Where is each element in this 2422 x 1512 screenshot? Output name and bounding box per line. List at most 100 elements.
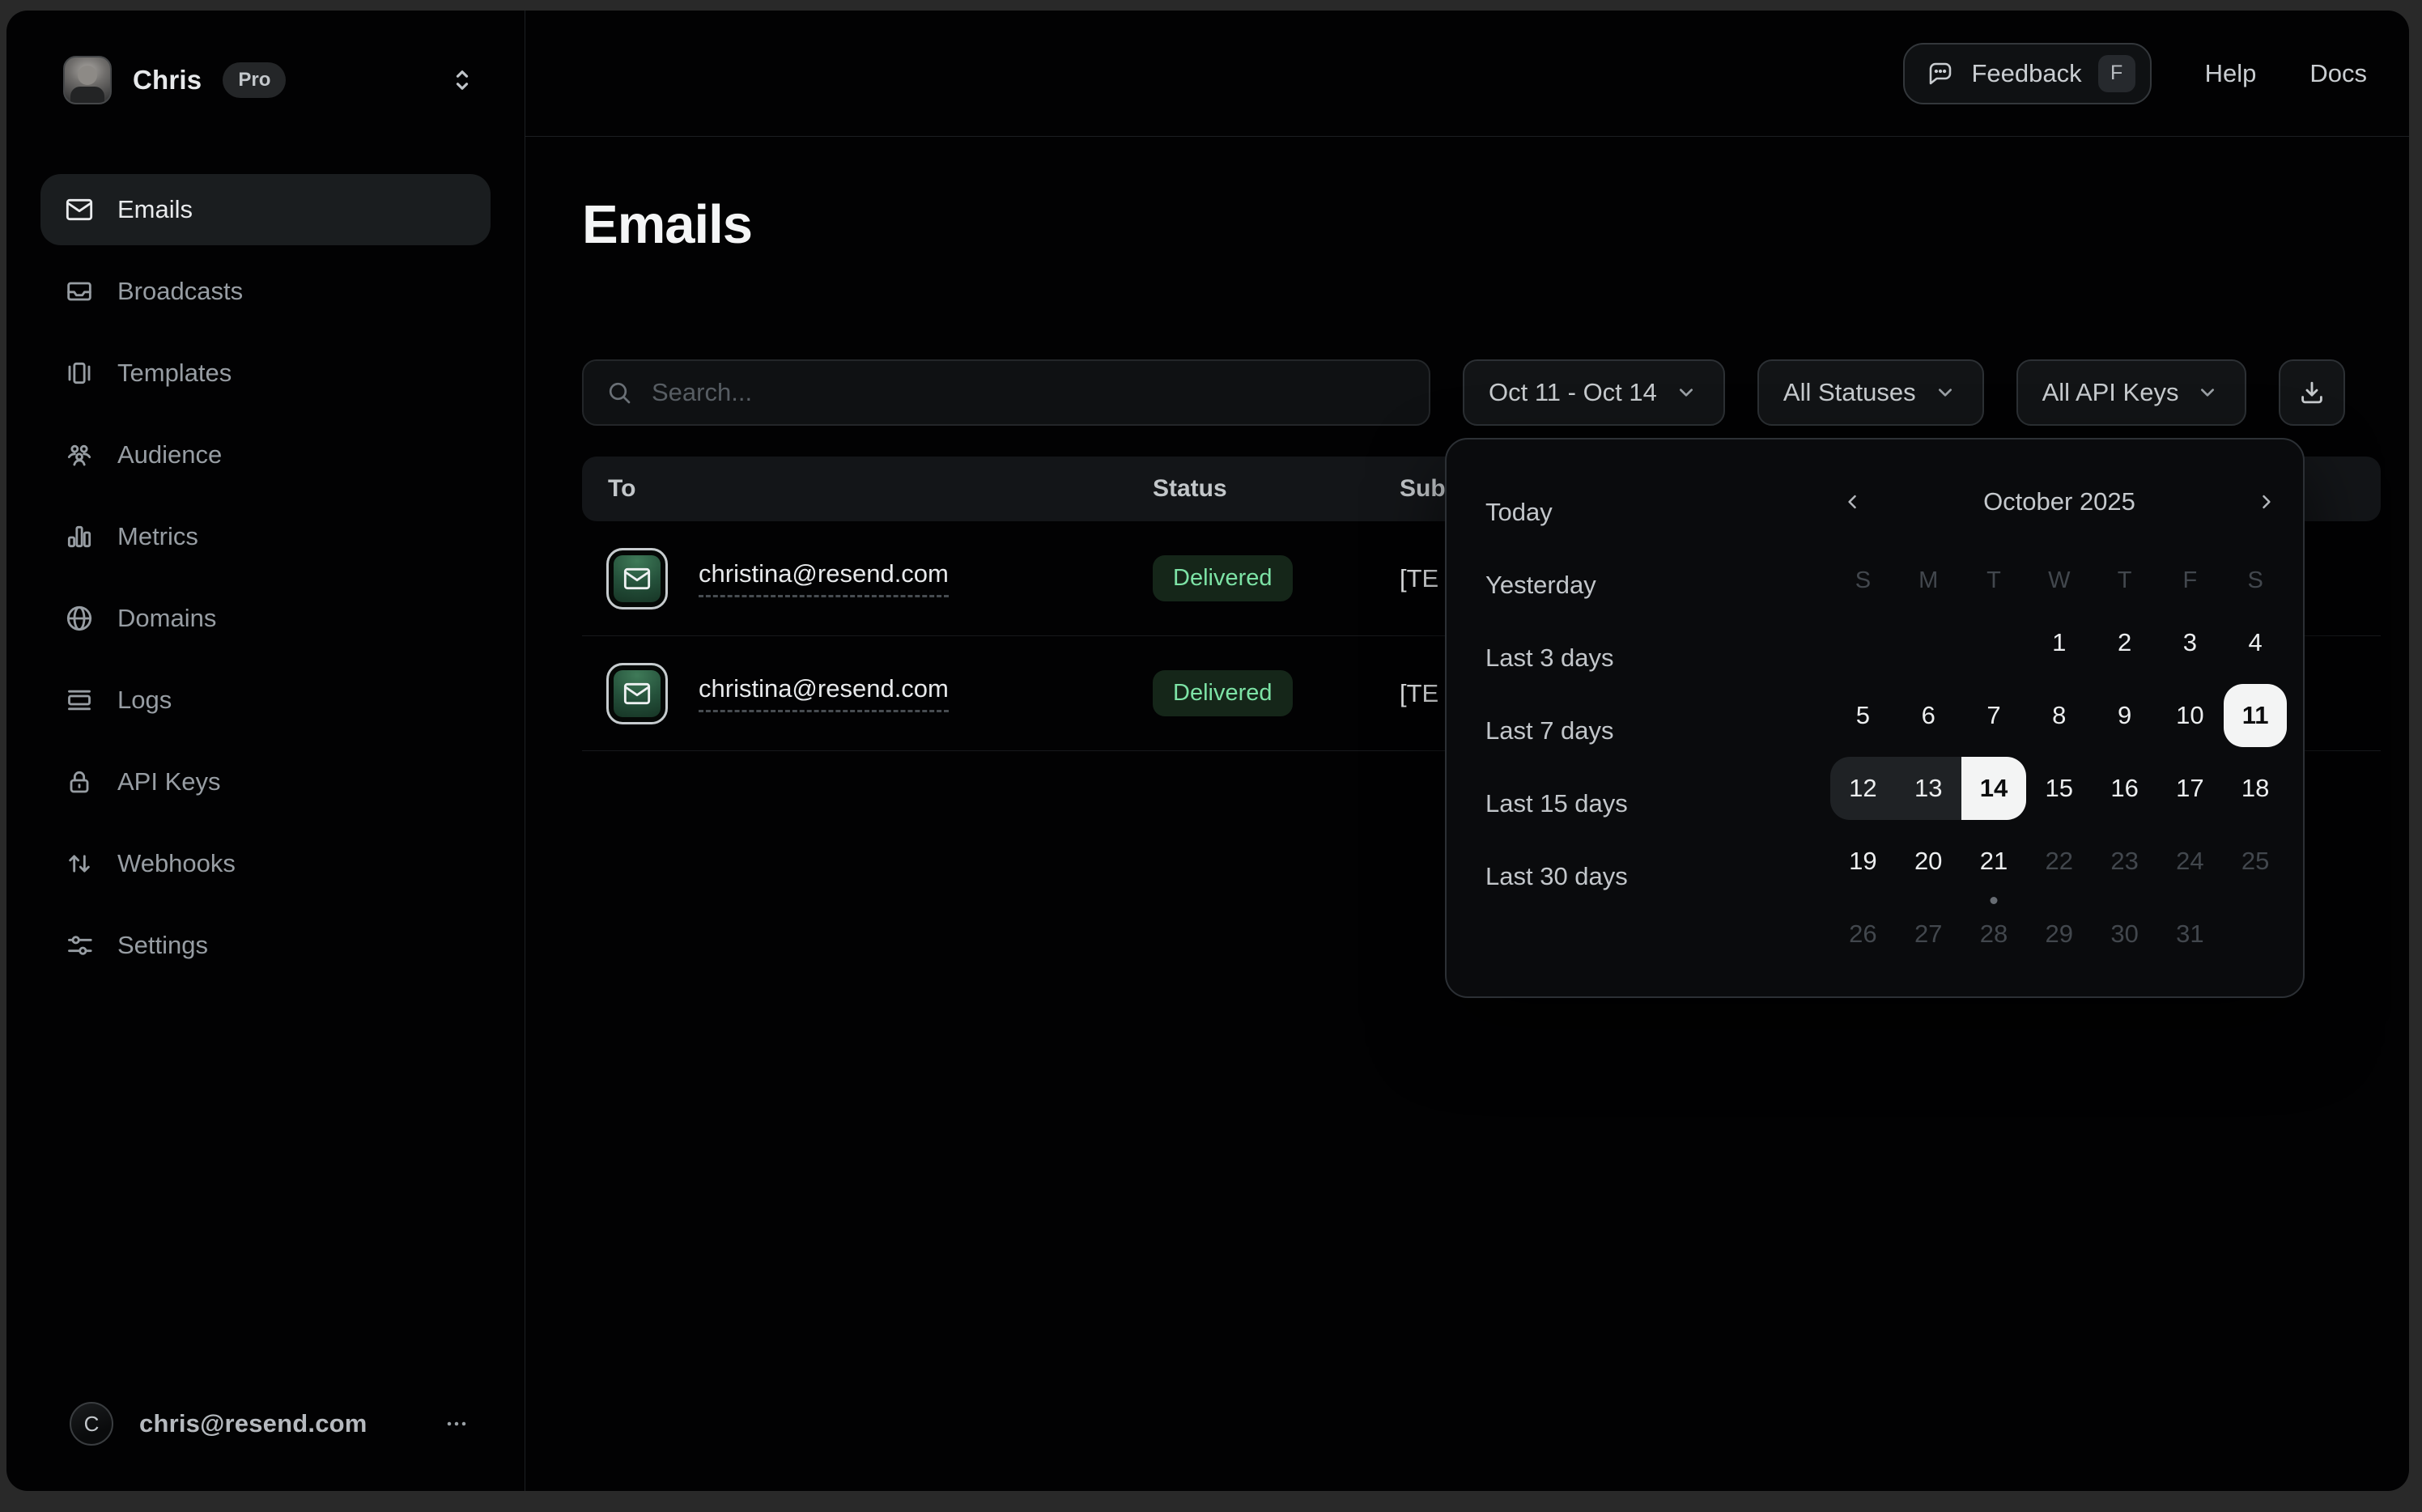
sidebar-item-templates[interactable]: Templates [40,338,491,409]
weekday-label: T [2118,567,2132,594]
calendar-day-12[interactable]: 12 [1830,757,1896,820]
calendar-day-5[interactable]: 5 [1831,684,1894,747]
account-row: C chris@resend.com [6,1402,525,1491]
calendar-day-25: 25 [2224,830,2287,893]
preset-last-7-days[interactable]: Last 7 days [1485,715,1628,747]
preset-last-3-days[interactable]: Last 3 days [1485,642,1628,674]
metrics-icon [63,520,96,553]
weekday-label: F [2183,567,2198,594]
sidebar-item-label: Audience [117,440,222,469]
status-badge: Delivered [1153,555,1293,601]
sidebar-item-settings[interactable]: Settings [40,910,491,981]
sidebar-item-label: Domains [117,604,216,633]
search-box [582,359,1430,426]
chevron-right-icon [2254,490,2278,514]
calendar-day-3[interactable]: 3 [2158,611,2221,674]
calendar-day-11[interactable]: 11 [2224,684,2287,747]
status-filter[interactable]: All Statuses [1757,359,1984,426]
date-range-filter[interactable]: Oct 11 - Oct 14 [1463,359,1725,426]
export-button[interactable] [2279,359,2345,426]
filter-bar: Oct 11 - Oct 14 All Statuses All API Key… [582,359,2381,426]
calendar-day-24: 24 [2158,830,2221,893]
date-presets: Today Yesterday Last 3 days Last 7 days Last… [1485,496,1628,893]
calendar-weekdays: SMTWTFS [1830,567,2288,594]
sidebar-item-label: Metrics [117,522,198,551]
recipient-email[interactable]: christina@resend.com [699,674,949,712]
sidebar-item-emails[interactable]: Emails [40,174,491,245]
sidebar-item-webhooks[interactable]: Webhooks [40,828,491,899]
calendar-day-10[interactable]: 10 [2158,684,2221,747]
calendar-day-19[interactable]: 19 [1831,830,1894,893]
calendar-day-1[interactable]: 1 [2028,611,2091,674]
workspace-switcher[interactable]: Chris Pro [6,56,525,104]
calendar-day-14[interactable]: 14 [1961,757,2027,820]
broadcast-icon [63,275,96,308]
webhooks-icon [63,847,96,880]
account-avatar: C [70,1402,113,1446]
workspace-switcher-icon[interactable] [447,65,478,96]
preset-yesterday[interactable]: Yesterday [1485,569,1628,601]
next-month-button[interactable] [2243,480,2288,524]
calendar-day-9[interactable]: 9 [2093,684,2156,747]
plan-badge: Pro [223,62,286,98]
docs-link[interactable]: Docs [2309,59,2367,88]
sidebar-item-audience[interactable]: Audience [40,419,491,491]
email-envelope-icon [606,663,668,724]
calendar-day-4[interactable]: 4 [2224,611,2287,674]
calendar-day-17[interactable]: 17 [2158,757,2221,820]
account-menu-icon[interactable] [442,1409,471,1438]
sidebar-item-label: API Keys [117,767,221,796]
preset-last-15-days[interactable]: Last 15 days [1485,788,1628,820]
previous-month-button[interactable] [1830,480,1876,524]
calendar-day-8[interactable]: 8 [2028,684,2091,747]
chevron-down-icon [1932,380,1958,406]
workspace-name: Chris [133,65,202,96]
api-key-filter[interactable]: All API Keys [2016,359,2247,426]
sidebar-item-api-keys[interactable]: API Keys [40,746,491,818]
status-filter-label: All Statuses [1783,378,1916,407]
status-badge: Delivered [1153,670,1293,716]
preset-last-30-days[interactable]: Last 30 days [1485,860,1628,893]
weekday-label: T [1986,567,2001,594]
calendar-day-2[interactable]: 2 [2093,611,2156,674]
calendar-nav: October 2025 [1830,480,2288,524]
search-icon [605,378,634,407]
sidebar: Chris Pro Emails Broadcasts Templates Au… [6,11,525,1491]
column-header-to: To [582,475,1153,503]
templates-icon [63,357,96,389]
calendar-day-15[interactable]: 15 [2028,757,2091,820]
sidebar-item-label: Templates [117,359,232,388]
calendar-month-label: October 2025 [1876,487,2243,516]
sidebar-item-broadcasts[interactable]: Broadcasts [40,256,491,327]
weekday-label: S [1855,567,1871,594]
calendar-day-13[interactable]: 13 [1896,757,1961,820]
calendar-day-20[interactable]: 20 [1897,830,1960,893]
mail-icon [63,193,96,226]
feedback-button[interactable]: Feedback F [1903,43,2151,104]
to-cell: christina@resend.com [582,548,1153,609]
sidebar-item-domains[interactable]: Domains [40,583,491,654]
account-email: chris@resend.com [139,1409,368,1438]
app-window: Chris Pro Emails Broadcasts Templates Au… [6,11,2409,1491]
calendar-day-21[interactable]: 21 [1962,830,2025,893]
feedback-shortcut-badge: F [2098,55,2135,92]
feedback-icon [1926,59,1955,88]
sidebar-item-logs[interactable]: Logs [40,665,491,736]
feedback-label: Feedback [1971,59,2081,88]
calendar-day-7[interactable]: 7 [1962,684,2025,747]
topbar: Feedback F Help Docs [525,11,2409,137]
calendar-day-18[interactable]: 18 [2224,757,2287,820]
logs-icon [63,684,96,716]
search-input[interactable] [652,378,1408,407]
preset-today[interactable]: Today [1485,496,1628,529]
help-link[interactable]: Help [2205,59,2257,88]
api-key-filter-label: All API Keys [2042,378,2179,407]
status-cell: Delivered [1153,555,1400,601]
recipient-email[interactable]: christina@resend.com [699,559,949,597]
column-header-status: Status [1153,475,1400,503]
status-cell: Delivered [1153,670,1400,716]
sidebar-item-metrics[interactable]: Metrics [40,501,491,572]
calendar-day-16[interactable]: 16 [2093,757,2156,820]
calendar-day-6[interactable]: 6 [1897,684,1960,747]
sidebar-nav: Emails Broadcasts Templates Audience Met… [6,174,525,981]
